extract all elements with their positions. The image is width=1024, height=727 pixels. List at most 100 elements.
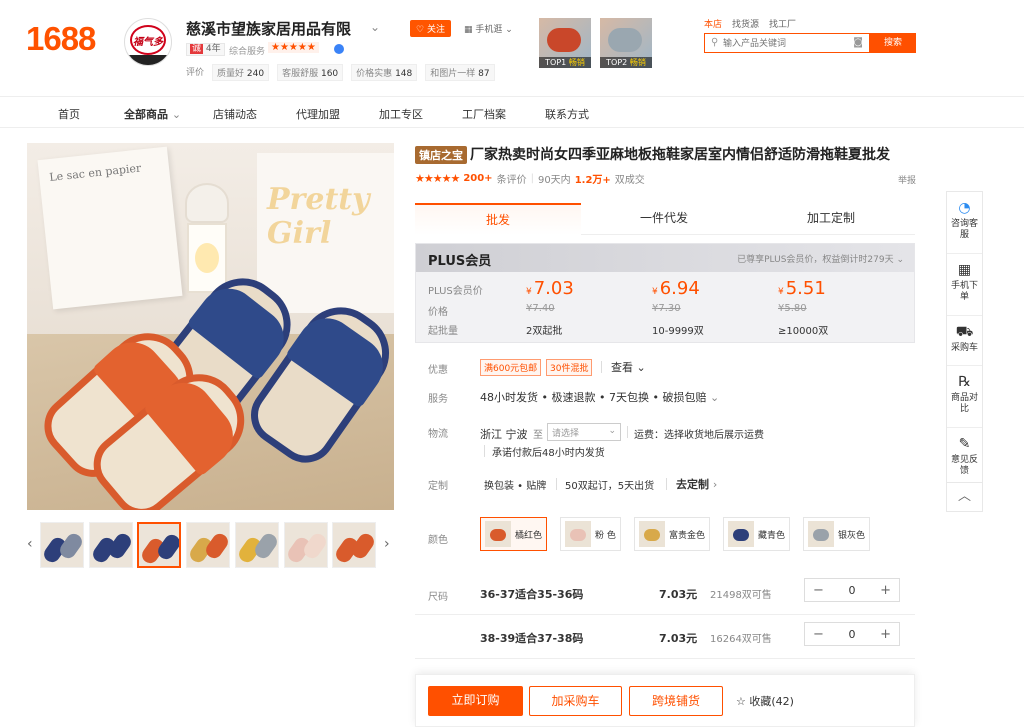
rail-cart[interactable]: ⛟ 采购车 [947, 316, 982, 366]
product-title: 厂家热卖时尚女四季亚麻地板拖鞋家居室内情侣舒适防滑拖鞋夏批发 [470, 147, 890, 163]
sales-label: 双成交 [614, 175, 645, 186]
custom-packaging: 换包装 • 贴牌 [484, 481, 547, 492]
thumbnail[interactable] [235, 522, 279, 568]
order-now-button[interactable]: 立即订购 [428, 686, 523, 716]
report-link[interactable]: 举报 [898, 173, 916, 186]
scope-find-source[interactable]: 找货源 [732, 17, 759, 30]
tier2-plus-price: ¥6.94 [652, 278, 700, 299]
thumbnail-strip: ‹ › [27, 522, 397, 568]
search-icon: ⚲ [711, 37, 719, 48]
color-option-orange[interactable]: 橘红色 [480, 517, 548, 551]
favorite-button[interactable]: ☆ 收藏(42) [736, 693, 794, 709]
metric-as-pictured: 和图片一样 87 [425, 64, 495, 81]
mobile-shop-link[interactable]: ▦ 手机逛 ⌄ [464, 22, 513, 35]
logistics-label: 物流 [428, 429, 448, 440]
nav-factory[interactable]: 工厂档案 [462, 106, 506, 122]
service-text[interactable]: 48小时发货 • 极速退款 • 7天包换 • 破损包赔 ⌄ [480, 389, 719, 405]
scope-this-shop[interactable]: 本店 [704, 17, 722, 30]
thumbnail-selected[interactable] [137, 522, 181, 568]
qr-icon: ▦ [464, 25, 473, 35]
thumbnail[interactable] [89, 522, 133, 568]
action-bar: 立即订购 加采购车 跨境铺货 ☆ 收藏(42) [415, 674, 915, 727]
top-product-1[interactable]: TOP1 畅销 [539, 18, 591, 68]
paper-bag-decoration: Le sac en papier [37, 146, 183, 310]
color-option-silver[interactable]: 银灰色 [803, 517, 871, 551]
tier3-price: ¥5.80 [778, 303, 807, 314]
rail-feedback[interactable]: ✎ 意见反馈 [947, 428, 982, 490]
review-count[interactable]: 200+ [463, 173, 492, 184]
region-select[interactable]: 请选择 ⌄ [547, 423, 621, 441]
chevron-down-icon: ⌄ [608, 426, 616, 436]
go-customize-link[interactable]: 去定制 › [676, 476, 717, 492]
minus-button[interactable]: − [813, 627, 824, 642]
chevron-left-icon[interactable]: ‹ [27, 536, 33, 552]
follow-button[interactable]: ♡ 关注 [410, 20, 451, 37]
back-to-top-button[interactable]: ︿ [946, 482, 983, 512]
color-option-navy[interactable]: 藏青色 [723, 517, 791, 551]
top-product-2[interactable]: TOP2 畅销 [600, 18, 652, 68]
plus-note[interactable]: 已尊享PLUS会员价，权益倒计时279天 ⌄ [737, 252, 904, 265]
search-input[interactable] [723, 36, 843, 50]
site-logo[interactable]: 1688 [26, 20, 96, 58]
nav-home[interactable]: 首页 [58, 106, 80, 122]
tab-custom-processing[interactable]: 加工定制 [748, 203, 914, 235]
star-icon: ☆ [736, 695, 746, 708]
chevron-right-icon: › [712, 478, 718, 491]
size-price: 7.03元 [659, 632, 698, 645]
right-rail: ◔ 咨询客服 ▦ 手机下单 ⛟ 采购车 ℞ 商品对比 ✎ 意见反馈 [946, 191, 983, 491]
rail-mobile-order[interactable]: ▦ 手机下单 [947, 254, 982, 316]
chevron-right-icon[interactable]: › [384, 536, 390, 552]
tier1-moq: 2双起批 [526, 326, 563, 337]
add-to-cart-button[interactable]: 加采购车 [529, 686, 622, 716]
nav-contact[interactable]: 联系方式 [545, 106, 589, 122]
rail-customer-service[interactable]: ◔ 咨询客服 [947, 192, 982, 254]
shop-name[interactable]: 慈溪市望族家居用品有限 [186, 18, 351, 39]
chevron-down-icon: ⌄ [171, 108, 182, 121]
color-label: 颜色 [428, 535, 448, 546]
main-product-image[interactable]: Le sac en papier Pretty Girl [27, 143, 394, 510]
custom-moq: 50双起订，5天出货 [565, 481, 655, 492]
plus-button[interactable]: + [880, 583, 891, 598]
nav-all-products[interactable]: 全部商品 ⌄ [124, 106, 181, 122]
chevron-down-icon[interactable]: ⌄ [370, 20, 380, 34]
quantity-stepper[interactable]: − 0 + [804, 622, 900, 646]
cross-border-button[interactable]: 跨境铺货 [629, 686, 723, 716]
metric-price: 价格实惠 148 [351, 64, 418, 81]
shop-avatar[interactable]: 福气多 [124, 18, 172, 66]
tab-wholesale[interactable]: 批发 [415, 203, 581, 235]
thumbnail[interactable] [284, 522, 328, 568]
scope-find-factory[interactable]: 找工厂 [769, 17, 796, 30]
tab-dropship[interactable]: 一件代发 [581, 203, 747, 235]
chevron-down-icon: ⌄ [636, 361, 646, 374]
moq-label: 起批量 [428, 326, 458, 337]
rail-compare[interactable]: ℞ 商品对比 [947, 366, 982, 428]
promo-tag-mixed-batch: 30件混批 [546, 359, 593, 376]
nav-shop-news[interactable]: 店铺动态 [213, 106, 257, 122]
plus-title: PLUS会员 [428, 254, 492, 269]
minus-button[interactable]: − [813, 583, 824, 598]
sales-period: 90天内 [537, 175, 571, 186]
shop-metrics: 评价 质量好 240 客服舒服 160 价格实惠 148 和图片一样 87 [186, 64, 495, 81]
rating-stars: ★★★★★ [415, 172, 460, 185]
search-button[interactable]: 搜索 [870, 33, 916, 53]
plus-price-label: PLUS会员价 [428, 286, 483, 297]
thumbnail[interactable] [332, 522, 376, 568]
promo-tag-free-shipping: 满600元包邮 [480, 359, 542, 376]
color-option-pink[interactable]: 粉 色 [560, 517, 621, 551]
camera-icon[interactable]: ◙ [853, 37, 863, 48]
quantity-stepper[interactable]: − 0 + [804, 578, 900, 602]
tier1-plus-price: ¥7.03 [526, 278, 574, 299]
nav-agency[interactable]: 代理加盟 [296, 106, 340, 122]
service-label: 服务 [428, 394, 448, 405]
plus-button[interactable]: + [880, 627, 891, 642]
nav-processing[interactable]: 加工专区 [379, 106, 423, 122]
tier1-price: ¥7.40 [526, 303, 555, 314]
see-more-promos[interactable]: 查看 ⌄ [611, 359, 646, 375]
thumbnail[interactable] [186, 522, 230, 568]
service-stars: ★★★★★ [268, 42, 319, 53]
metric-service: 客服舒服 160 [277, 64, 344, 81]
size-name: 38-39适合37-38码 [480, 632, 584, 645]
thumbnail[interactable] [40, 522, 84, 568]
size-name: 36-37适合35-36码 [480, 588, 584, 601]
color-option-gold[interactable]: 富贵金色 [634, 517, 711, 551]
